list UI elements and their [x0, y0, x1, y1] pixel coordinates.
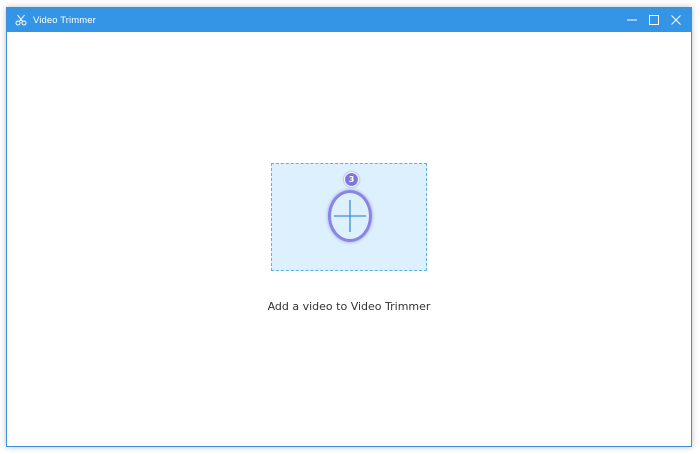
- close-icon: [671, 15, 681, 25]
- minimize-button[interactable]: [621, 8, 643, 32]
- add-video-hint: Add a video to Video Trimmer: [267, 300, 431, 313]
- window-controls: [621, 8, 687, 32]
- add-video-button[interactable]: [328, 190, 372, 242]
- scissors-icon: [15, 14, 27, 26]
- add-video-drop-zone[interactable]: 3: [271, 163, 427, 271]
- step-badge: 3: [344, 172, 359, 187]
- main-content: 3 Add a video to Video Trimmer: [7, 32, 691, 446]
- minimize-icon: [627, 19, 637, 21]
- window-title: Video Trimmer: [33, 14, 96, 26]
- app-window: Video Trimmer 3 Add a video to Video Tri…: [6, 7, 692, 447]
- plus-icon: [334, 200, 366, 232]
- title-bar[interactable]: Video Trimmer: [7, 8, 691, 32]
- close-button[interactable]: [665, 8, 687, 32]
- maximize-icon: [649, 15, 659, 25]
- maximize-button[interactable]: [643, 8, 665, 32]
